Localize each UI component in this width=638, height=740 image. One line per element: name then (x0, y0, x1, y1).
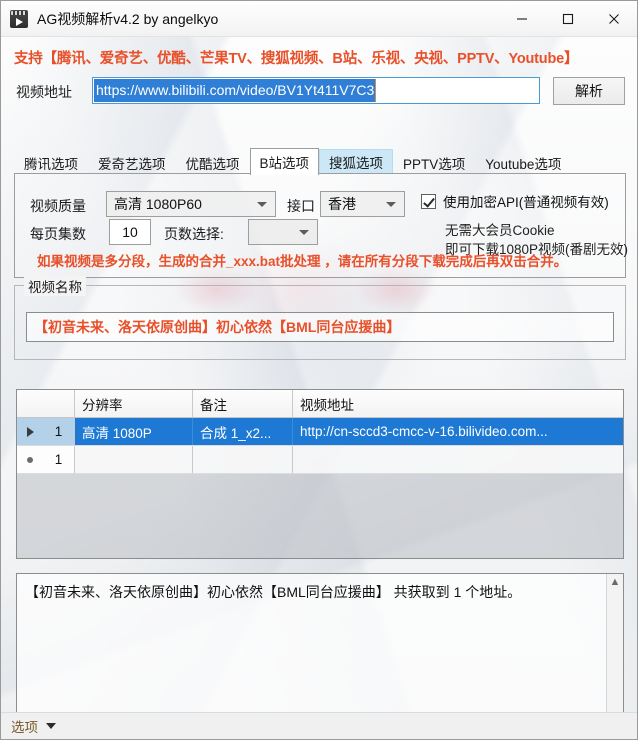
close-icon[interactable] (591, 1, 637, 37)
cell-url[interactable]: http://cn-sccd3-cmcc-v-16.bilivideo.com.… (293, 418, 623, 445)
options-menu-label: 选项 (11, 720, 38, 735)
current-row-arrow-icon (17, 426, 43, 437)
note-line-1: 无需大会员Cookie (445, 223, 555, 238)
chevron-down-icon (46, 723, 56, 729)
quality-select[interactable]: 高清 1080P60 (106, 191, 276, 217)
minimize-icon[interactable] (499, 1, 545, 37)
row-number: 1 (54, 424, 63, 439)
row-number: 1 (54, 452, 63, 467)
cell-resolution[interactable] (75, 446, 193, 473)
quality-label: 视频质量 (30, 198, 86, 214)
api-select-value: 香港 (328, 196, 356, 212)
parse-button[interactable]: 解析 (553, 77, 625, 105)
tab-sohu[interactable]: 搜狐选项 (319, 149, 394, 174)
table-row[interactable]: 1 高清 1080P 合成 1_x2... http://cn-sccd3-cm… (17, 418, 623, 446)
window-controls (499, 1, 637, 37)
scroll-up-icon[interactable]: ▲ (610, 577, 621, 588)
maximize-icon[interactable] (545, 1, 591, 37)
cell-note[interactable] (193, 446, 293, 473)
quality-select-value: 高清 1080P60 (114, 196, 202, 212)
grid-header-resolution[interactable]: 分辨率 (75, 390, 193, 417)
status-bar: 选项 (1, 712, 637, 739)
results-grid[interactable]: 分辨率 备注 视频地址 1 高清 1080P 合成 1_x2... http:/… (16, 389, 624, 559)
api-label: 接口 (287, 198, 315, 214)
cell-resolution[interactable]: 高清 1080P (75, 418, 193, 445)
row-header-new[interactable]: 1 (17, 446, 75, 473)
video-url-input[interactable]: https://www.bilibili.com/video/BV1Yt411V… (92, 77, 540, 104)
row-header-selected[interactable]: 1 (17, 418, 75, 445)
chevron-down-icon (257, 201, 267, 207)
api-select[interactable]: 香港 (320, 191, 405, 217)
url-label: 视频地址 (16, 84, 72, 100)
table-row[interactable]: 1 (17, 446, 623, 474)
bilibili-options-panel: 视频质量 高清 1080P60 接口 香港 使用加密API(普通视频有效) 无需… (14, 173, 628, 278)
page-select-label: 页数选择: (164, 226, 224, 242)
encrypt-api-checkbox[interactable]: 使用加密API(普通视频有效) (421, 191, 609, 211)
merge-warning-text: 如果视频是多分段，生成的合并_xxx.bat批处理 ，请在所有分段下载完成后再双… (37, 254, 568, 269)
video-name-group: 视频名称 【初音未来、洛天依原创曲】初心依然【BML同台应援曲】 (14, 276, 626, 360)
client-area: 支持【腾讯、爱奇艺、优酷、芒果TV、搜狐视频、B站、乐视、央视、PPTV、You… (1, 37, 637, 739)
window-title: AG视频解析v4.2 by angelkyo (37, 10, 219, 27)
tab-pptv[interactable]: PPTV选项 (393, 150, 475, 174)
episodes-input[interactable]: 10 (109, 219, 151, 245)
cell-note[interactable]: 合成 1_x2... (193, 418, 293, 445)
supported-sites-text: 支持【腾讯、爱奇艺、优酷、芒果TV、搜狐视频、B站、乐视、央视、PPTV、You… (14, 51, 579, 67)
encrypt-api-label: 使用加密API(普通视频有效) (443, 195, 609, 210)
film-play-icon (10, 9, 28, 28)
grid-header-row: 分辨率 备注 视频地址 (17, 390, 623, 418)
page-select[interactable] (248, 219, 318, 245)
video-name-group-title: 视频名称 (24, 276, 86, 296)
video-url-value: https://www.bilibili.com/video/BV1Yt411V… (94, 79, 377, 102)
app-window: AG视频解析v4.2 by angelkyo 支持【腾讯、爱奇艺、优酷、芒果TV… (0, 0, 638, 740)
tab-youku[interactable]: 优酷选项 (176, 150, 250, 174)
tab-tencent[interactable]: 腾讯选项 (14, 150, 88, 174)
options-menu-button[interactable]: 选项 (11, 716, 56, 736)
checkmark-icon (421, 193, 436, 209)
tab-iqiyi[interactable]: 爱奇艺选项 (88, 150, 176, 174)
grid-header-note[interactable]: 备注 (193, 390, 293, 417)
chevron-down-icon (386, 201, 396, 207)
cell-url[interactable] (293, 446, 623, 473)
episodes-label: 每页集数 (30, 226, 86, 242)
tab-strip: 腾讯选项 爱奇艺选项 优酷选项 B站选项 搜狐选项 PPTV选项 Youtube… (14, 148, 626, 175)
grid-header-url[interactable]: 视频地址 (293, 390, 623, 417)
tab-youtube[interactable]: Youtube选项 (475, 150, 571, 174)
chevron-down-icon (299, 229, 309, 235)
title-bar: AG视频解析v4.2 by angelkyo (1, 1, 637, 37)
video-name-field[interactable]: 【初音未来、洛天依原创曲】初心依然【BML同台应援曲】 (26, 312, 614, 342)
grid-header-rowselector (17, 390, 75, 417)
new-row-dot-icon (17, 456, 43, 463)
tab-bilibili[interactable]: B站选项 (249, 148, 320, 175)
